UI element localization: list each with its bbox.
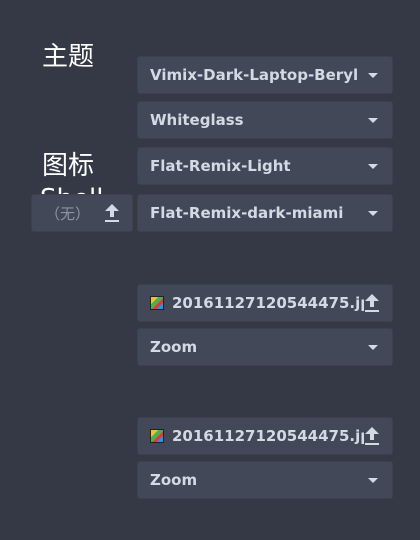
icon-theme-dropdown[interactable]: Flat-Remix-Light	[137, 147, 393, 185]
icon-theme-dropdown-value: Flat-Remix-Light	[150, 157, 291, 175]
shell-theme-dropdown-value: Flat-Remix-dark-miami	[150, 204, 344, 222]
image-file-icon	[150, 296, 164, 310]
chevron-down-icon	[368, 72, 378, 78]
upload-icon	[364, 294, 380, 312]
lockscreen-file-button[interactable]: 20161127120544475.jpg	[137, 417, 393, 455]
shell-upload-button[interactable]: （无）	[31, 194, 133, 232]
cursor-dropdown-value: Whiteglass	[150, 111, 244, 129]
lockscreen-mode-value: Zoom	[150, 471, 198, 489]
shell-theme-dropdown[interactable]: Flat-Remix-dark-miami	[137, 194, 393, 232]
cursor-dropdown[interactable]: Whiteglass	[137, 101, 393, 139]
background-mode-dropdown[interactable]: Zoom	[137, 328, 393, 366]
upload-icon	[104, 204, 120, 222]
theme-dropdown[interactable]: Vimix-Dark-Laptop-Beryl	[137, 56, 393, 94]
chevron-down-icon	[368, 163, 378, 169]
icons-label: 图标	[42, 151, 95, 181]
background-file-name: 20161127120544475.jpg	[172, 294, 364, 312]
theme-label: 主题	[42, 42, 95, 72]
chevron-down-icon	[368, 477, 378, 483]
background-mode-value: Zoom	[150, 338, 198, 356]
image-file-icon	[150, 429, 164, 443]
lockscreen-file-name: 20161127120544475.jpg	[172, 427, 364, 445]
theme-dropdown-value: Vimix-Dark-Laptop-Beryl	[150, 66, 359, 84]
lockscreen-mode-dropdown[interactable]: Zoom	[137, 461, 393, 499]
background-file-button[interactable]: 20161127120544475.jpg	[137, 284, 393, 322]
shell-none-label: （无）	[44, 204, 90, 223]
chevron-down-icon	[368, 210, 378, 216]
chevron-down-icon	[368, 117, 378, 123]
chevron-down-icon	[368, 344, 378, 350]
upload-icon	[364, 427, 380, 445]
